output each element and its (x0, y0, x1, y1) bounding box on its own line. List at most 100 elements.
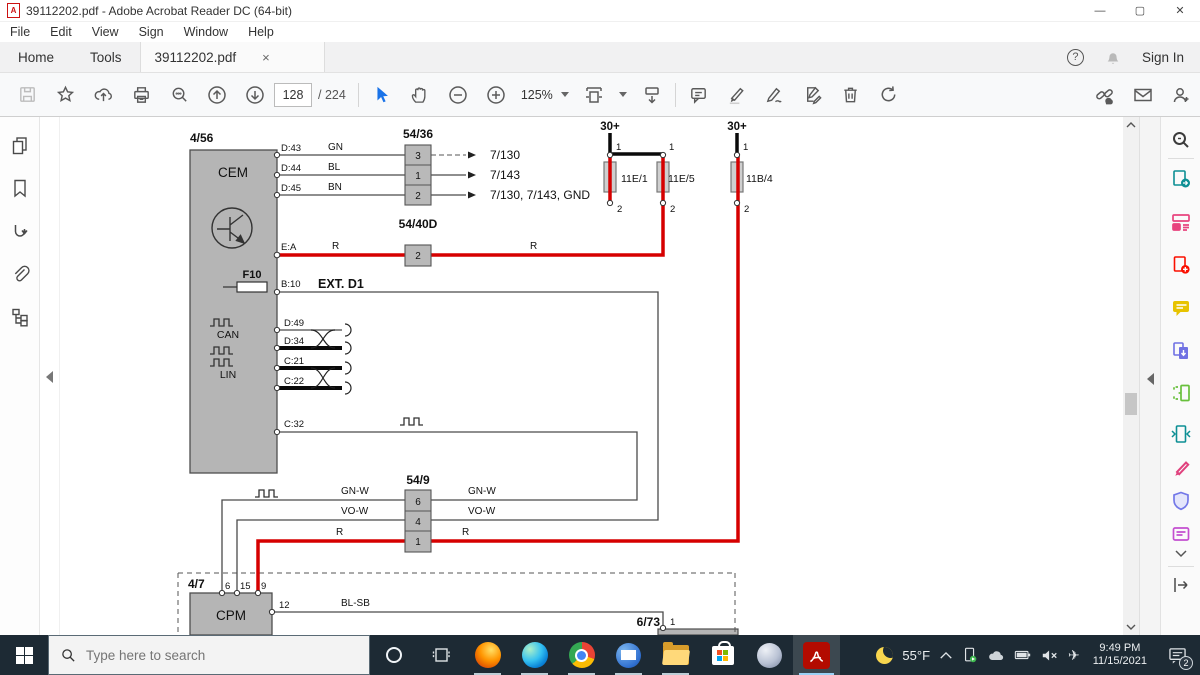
share-upload-icon[interactable] (84, 78, 122, 112)
pin-label: D:34 (284, 336, 304, 347)
sign-tool-icon[interactable] (756, 78, 794, 112)
connectors (405, 145, 431, 552)
taskbar-acrobat[interactable] (793, 635, 840, 675)
menu-view[interactable]: View (82, 25, 129, 39)
airplane-network-icon[interactable]: ✈ (1068, 647, 1080, 664)
menu-window[interactable]: Window (174, 25, 238, 39)
hidden-icons-chevron[interactable] (939, 651, 953, 660)
model-tree-icon[interactable] (9, 306, 31, 328)
zoom-level[interactable]: 125% (521, 88, 553, 102)
account-avatar-icon[interactable] (1162, 78, 1200, 112)
maximize-button[interactable]: ▢ (1120, 0, 1160, 22)
scrollbar-thumb[interactable] (1125, 393, 1137, 415)
select-tool-icon[interactable] (363, 78, 401, 112)
volume-muted-icon[interactable] (1041, 648, 1059, 663)
zoom-out-icon[interactable] (439, 78, 477, 112)
help-icon[interactable]: ? (1067, 49, 1084, 66)
taskbar-firefox[interactable] (464, 635, 511, 675)
page-thumbnails-icon[interactable] (9, 134, 31, 156)
organize-pages-icon[interactable] (1168, 381, 1194, 405)
scrolling-mode-icon[interactable] (633, 78, 671, 112)
device-tray-icon[interactable] (962, 646, 978, 664)
hand-tool-icon[interactable] (401, 78, 439, 112)
temperature[interactable]: 55°F (902, 648, 930, 663)
fit-caret-icon[interactable] (619, 92, 627, 97)
attachments-icon[interactable] (9, 263, 31, 285)
scroll-up-icon[interactable] (1125, 121, 1137, 129)
tab-home[interactable]: Home (0, 42, 72, 72)
tab-tools[interactable]: Tools (72, 42, 140, 72)
taskbar-search[interactable] (48, 635, 370, 675)
scroll-down-icon[interactable] (1125, 623, 1137, 631)
edit-document-icon[interactable] (794, 78, 832, 112)
pin-label: 12 (279, 600, 290, 611)
vertical-scrollbar[interactable] (1123, 117, 1139, 635)
main-toolbar: / 224 125% (0, 73, 1200, 117)
comment-tool-icon[interactable] (680, 78, 718, 112)
cortana-button[interactable] (370, 635, 417, 675)
wiring-diagram: 4/56 CEM F10 CAN LIN D:43 D:44 D:45 E:A … (60, 117, 1123, 635)
favorite-star-icon[interactable] (46, 78, 84, 112)
weather-moon-icon[interactable] (876, 647, 893, 664)
create-pdf-icon[interactable] (1168, 253, 1194, 277)
next-page-icon[interactable] (236, 78, 274, 112)
connector-pin: 3 (415, 151, 421, 162)
tab-close-icon[interactable]: × (262, 50, 270, 65)
compress-pdf-icon[interactable] (1168, 422, 1194, 446)
onedrive-cloud-icon[interactable] (987, 648, 1005, 662)
previous-page-icon[interactable] (198, 78, 236, 112)
pin-label: E:A (281, 242, 297, 253)
taskbar-app-sphere[interactable] (746, 635, 793, 675)
taskbar-edge[interactable] (511, 635, 558, 675)
more-tools-icon[interactable] (1168, 522, 1194, 546)
document-page: 4/56 CEM F10 CAN LIN D:43 D:44 D:45 E:A … (60, 117, 1123, 635)
search-tools-icon[interactable] (1168, 128, 1194, 152)
close-button[interactable]: ✕ (1160, 0, 1200, 22)
tab-document-label: 39112202.pdf (155, 50, 237, 65)
fit-width-icon[interactable] (575, 78, 613, 112)
protect-icon[interactable] (1168, 489, 1194, 513)
start-button[interactable] (0, 635, 48, 675)
pin-label: C:22 (284, 376, 304, 387)
tab-document[interactable]: 39112202.pdf × (140, 42, 325, 72)
taskbar-mail[interactable] (605, 635, 652, 675)
export-pdf-icon[interactable] (1168, 167, 1194, 191)
highlight-tool-icon[interactable] (718, 78, 756, 112)
delete-icon[interactable] (832, 78, 870, 112)
save-icon[interactable] (8, 78, 46, 112)
taskbar-file-explorer[interactable] (652, 635, 699, 675)
destinations-icon[interactable] (9, 220, 31, 242)
menu-file[interactable]: File (0, 25, 40, 39)
find-icon[interactable] (160, 78, 198, 112)
menu-help[interactable]: Help (238, 25, 284, 39)
sign-in-button[interactable]: Sign In (1142, 50, 1184, 65)
menu-sign[interactable]: Sign (129, 25, 174, 39)
email-icon[interactable] (1124, 78, 1162, 112)
open-tools-panel-icon[interactable] (1168, 573, 1194, 597)
taskbar-store[interactable] (699, 635, 746, 675)
print-icon[interactable] (122, 78, 160, 112)
zoom-in-icon[interactable] (477, 78, 515, 112)
task-view-button[interactable] (417, 635, 464, 675)
edit-pdf-icon[interactable] (1168, 210, 1194, 234)
collapse-left-pane-icon[interactable] (46, 371, 53, 383)
menu-edit[interactable]: Edit (40, 25, 82, 39)
rotate-icon[interactable] (870, 78, 908, 112)
taskbar-chrome[interactable] (558, 635, 605, 675)
battery-icon[interactable] (1014, 648, 1032, 662)
action-center-button[interactable]: 2 (1160, 635, 1194, 675)
notifications-bell-icon[interactable] (1104, 48, 1122, 66)
page-number-input[interactable] (274, 83, 312, 107)
chevron-down-icon[interactable] (1168, 546, 1194, 560)
share-link-icon[interactable] (1086, 78, 1124, 112)
combine-files-icon[interactable] (1168, 339, 1194, 363)
bookmarks-icon[interactable] (9, 177, 31, 199)
store-icon (712, 646, 734, 665)
zoom-caret-icon[interactable] (561, 92, 569, 97)
search-input[interactable] (86, 648, 336, 663)
comment-icon[interactable] (1168, 296, 1194, 320)
minimize-button[interactable]: — (1080, 0, 1120, 22)
fill-sign-icon[interactable] (1168, 456, 1194, 480)
taskbar-clock[interactable]: 9:49 PM 11/15/2021 (1093, 642, 1147, 669)
expand-tools-panel-icon[interactable] (1147, 373, 1154, 385)
